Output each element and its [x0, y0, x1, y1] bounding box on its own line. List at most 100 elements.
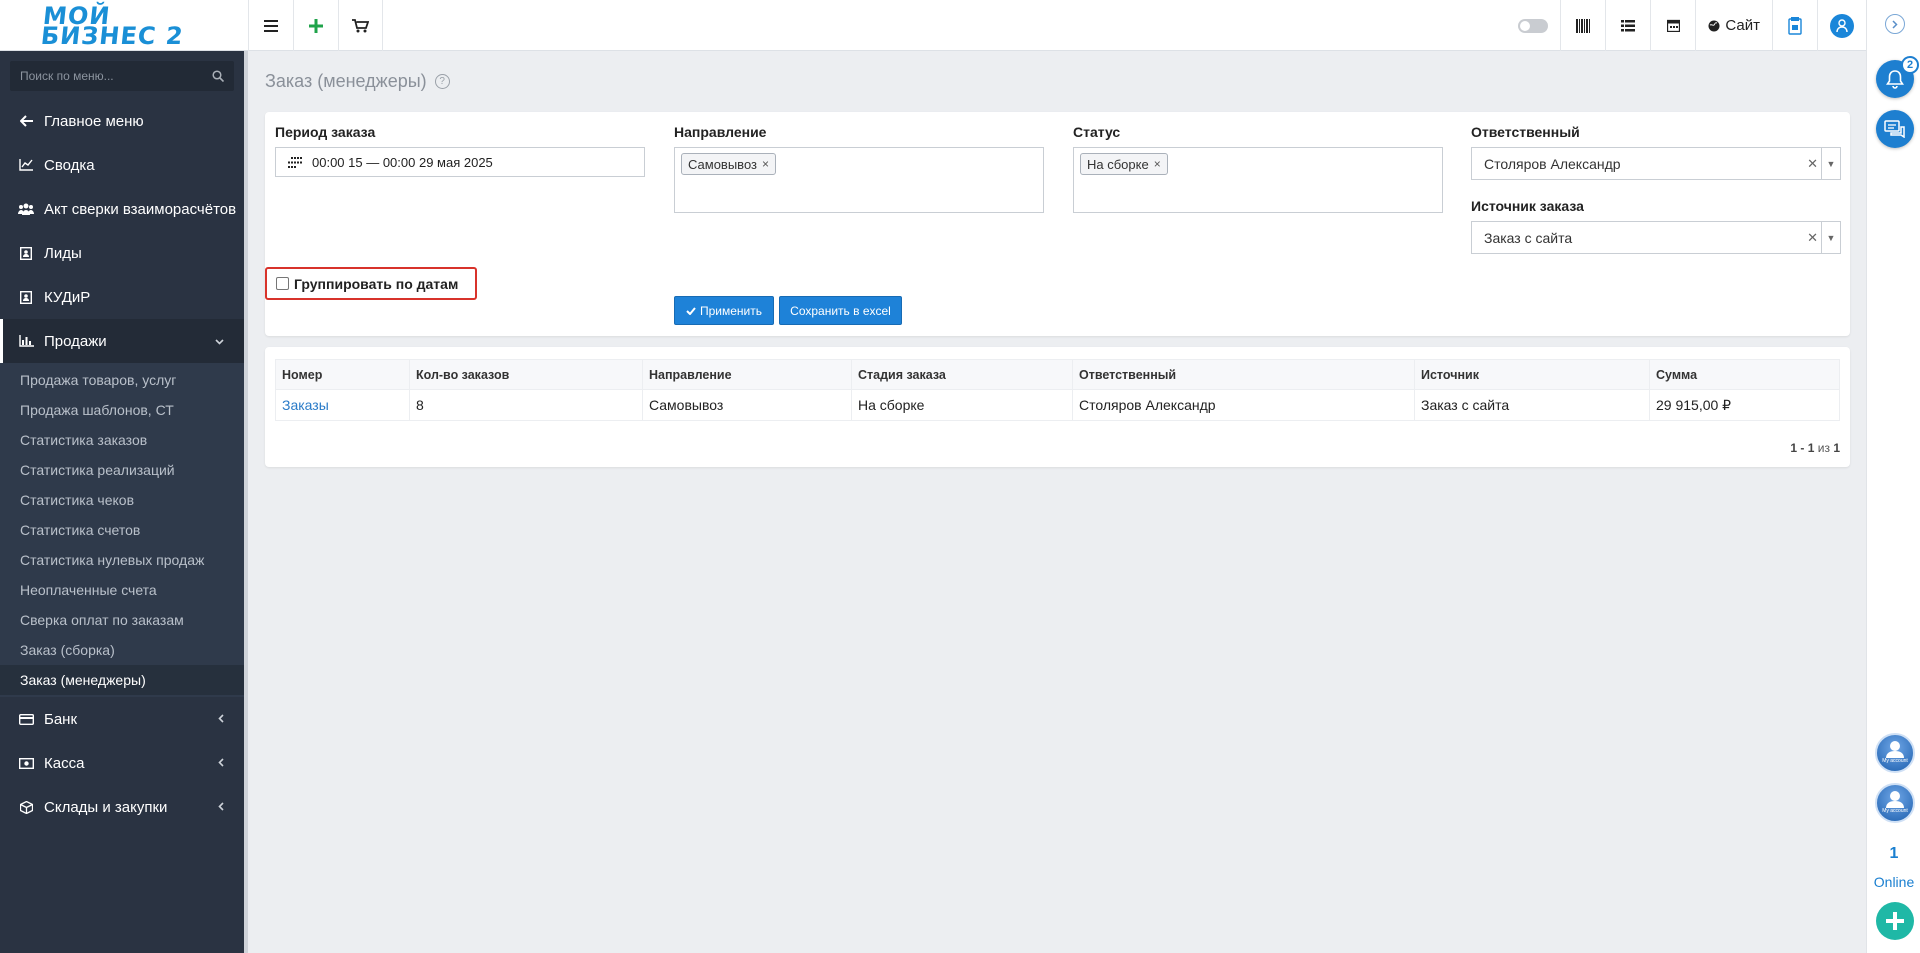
submenu-item[interactable]: Продажа шаблонов, СТ: [0, 395, 244, 425]
submenu-item[interactable]: Неоплаченные счета: [0, 575, 244, 605]
submenu-item[interactable]: Статистика нулевых продаж: [0, 545, 244, 575]
direction-label: Направление: [674, 124, 767, 140]
responsible-value: Столяров Александр: [1484, 155, 1621, 172]
help-icon[interactable]: ?: [434, 73, 450, 89]
checkbox-icon[interactable]: [276, 277, 289, 290]
contact-card-icon: [18, 290, 34, 304]
apply-button[interactable]: Применить: [674, 296, 774, 325]
table-cell: На сборке: [851, 389, 1073, 421]
credit-card-icon: [18, 713, 34, 725]
group-by-dates-label: Группировать по датам: [294, 275, 459, 292]
sidebar-divider[interactable]: [244, 51, 248, 953]
sidebar-item-bank[interactable]: Банк: [0, 697, 244, 741]
submenu-item[interactable]: Статистика заказов: [0, 425, 244, 455]
sidebar-item-reconciliation[interactable]: Акт сверки взаиморасчётов: [0, 187, 244, 231]
direction-select[interactable]: Самовывоз ×: [674, 147, 1044, 213]
box-icon: [18, 800, 34, 814]
bar-chart-icon: [18, 335, 34, 347]
group-by-dates-checkbox[interactable]: Группировать по датам: [265, 267, 477, 300]
top-header: МОЙ БИЗНЕС 2 Сайт: [0, 0, 1866, 51]
table-header-row: Номер Кол-во заказов Направление Стадия …: [275, 359, 1840, 390]
source-select[interactable]: Заказ с сайта ✕ ▼: [1471, 221, 1841, 254]
table-cell: Столяров Александр: [1072, 389, 1415, 421]
toggle-icon: [1518, 18, 1549, 33]
column-header[interactable]: Ответственный: [1072, 359, 1415, 390]
remove-tag-icon[interactable]: ×: [1154, 157, 1161, 171]
submenu-item[interactable]: Заказ (сборка): [0, 635, 244, 665]
dropdown-arrow-icon[interactable]: ▼: [1821, 222, 1840, 253]
chevron-left-icon: [218, 756, 224, 770]
logo[interactable]: МОЙ БИЗНЕС 2: [0, 0, 248, 51]
table-cell: Заказ с сайта: [1414, 389, 1650, 421]
hamburger-icon: [264, 19, 278, 32]
sidebar-item-main-menu[interactable]: Главное меню: [0, 99, 244, 143]
account-label: My account: [1882, 808, 1908, 814]
store-icon: [1788, 16, 1802, 35]
sales-submenu: Продажа товаров, услуг Продажа шаблонов,…: [0, 363, 244, 697]
check-icon: [686, 306, 696, 315]
bell-icon: [1886, 70, 1904, 89]
marketplace-button[interactable]: [1772, 0, 1817, 51]
chart-line-icon: [18, 159, 34, 171]
sidebar-item-sales[interactable]: Продажи: [0, 319, 244, 363]
column-header[interactable]: Стадия заказа: [851, 359, 1073, 390]
calendar-button[interactable]: [1650, 0, 1695, 51]
sidebar-item-leads[interactable]: Лиды: [0, 231, 244, 275]
account-label: My account: [1882, 758, 1908, 764]
add-button[interactable]: [293, 0, 338, 51]
column-header[interactable]: Источник: [1414, 359, 1650, 390]
online-count: 1: [1889, 845, 1899, 862]
sidebar-item-warehouses[interactable]: Склады и закупки: [0, 785, 244, 829]
online-label: Online: [1873, 874, 1915, 890]
chevron-left-icon: [218, 800, 224, 814]
list-view-button[interactable]: [1605, 0, 1650, 51]
period-label: Период заказа: [275, 124, 376, 140]
submenu-item[interactable]: Статистика реализаций: [0, 455, 244, 485]
theme-toggle[interactable]: [1506, 0, 1560, 51]
submenu-item[interactable]: Продажа товаров, услуг: [0, 365, 244, 395]
submenu-item-current[interactable]: Заказ (менеджеры): [0, 665, 244, 695]
barcode-button[interactable]: [1560, 0, 1605, 51]
status-select[interactable]: На сборке ×: [1073, 147, 1443, 213]
site-button[interactable]: Сайт: [1695, 0, 1772, 51]
submenu-item[interactable]: Статистика чеков: [0, 485, 244, 515]
user-icon: [1886, 791, 1904, 808]
sidebar-item-cash[interactable]: Касса: [0, 741, 244, 785]
search-icon[interactable]: [212, 70, 224, 82]
sidebar: Главное меню Сводка Акт сверки взаиморас…: [0, 51, 244, 953]
clear-icon[interactable]: ✕: [1807, 230, 1818, 246]
barcode-icon: [1576, 18, 1591, 33]
save-excel-button[interactable]: Сохранить в excel: [779, 296, 902, 325]
menu-search-input[interactable]: [20, 69, 212, 83]
column-header[interactable]: Кол-во заказов: [409, 359, 643, 390]
notifications-button[interactable]: 2: [1876, 56, 1919, 98]
responsible-select[interactable]: Столяров Александр ✕ ▼: [1471, 147, 1841, 180]
remove-tag-icon[interactable]: ×: [762, 157, 769, 171]
expand-panel-button[interactable]: [1885, 14, 1905, 34]
calendar-icon: [1666, 19, 1680, 32]
right-toolbar: 2 My account My account 1 Online: [1866, 0, 1920, 953]
table-cell: Самовывоз: [642, 389, 852, 421]
period-input[interactable]: 00:00 15 — 00:00 29 мая 2025: [275, 147, 645, 177]
column-header[interactable]: Сумма: [1649, 359, 1840, 390]
submenu-item[interactable]: Статистика счетов: [0, 515, 244, 545]
users-icon: [18, 203, 34, 215]
account-button[interactable]: My account: [1875, 783, 1915, 823]
menu-search: [10, 61, 234, 91]
submenu-item[interactable]: Сверка оплат по заказам: [0, 605, 244, 635]
hamburger-menu-button[interactable]: [248, 0, 293, 51]
pagination-info: 1 - 1 из 1: [1790, 441, 1840, 455]
account-button[interactable]: My account: [1875, 733, 1915, 773]
add-widget-button[interactable]: [1876, 902, 1914, 940]
cart-button[interactable]: [338, 0, 383, 51]
column-header[interactable]: Номер: [275, 359, 410, 390]
clear-icon[interactable]: ✕: [1807, 156, 1818, 172]
sidebar-item-kudir[interactable]: КУДиР: [0, 275, 244, 319]
chat-button[interactable]: [1876, 110, 1914, 148]
column-header[interactable]: Направление: [642, 359, 852, 390]
sidebar-item-summary[interactable]: Сводка: [0, 143, 244, 187]
profile-button[interactable]: [1817, 0, 1866, 51]
dropdown-arrow-icon[interactable]: ▼: [1821, 148, 1840, 179]
plus-icon: [309, 18, 323, 33]
orders-link[interactable]: Заказы: [282, 397, 329, 413]
